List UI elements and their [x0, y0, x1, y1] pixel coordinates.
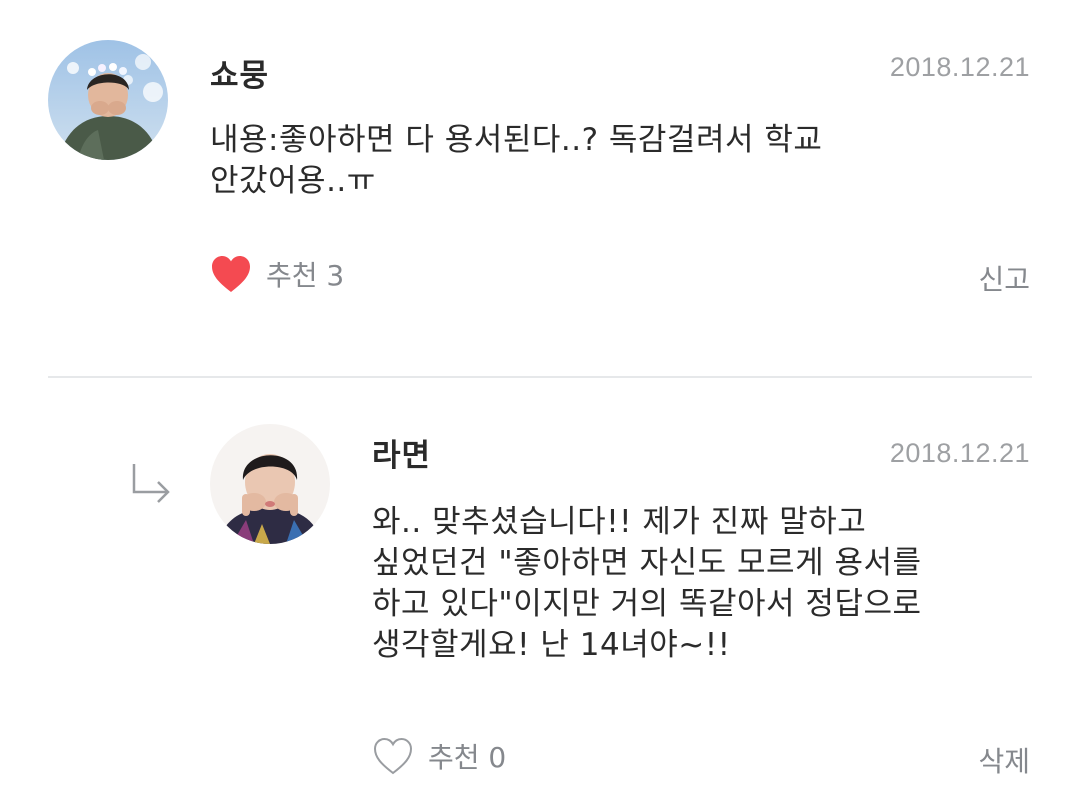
like-button[interactable]: 추천 3 — [210, 254, 344, 294]
comment-body: 와.. 맞추셨습니다!! 제가 진짜 말하고 싶었던건 "좋아하면 자신도 모르… — [372, 502, 922, 666]
comment-date: 2018.12.21 — [889, 52, 1030, 82]
author-name[interactable]: 라면 — [372, 430, 431, 475]
comment-body-line: 하고 있다"이지만 거의 똑같아서 정답으로 — [372, 586, 922, 622]
comment-body: 내용:좋아하면 다 용서된다..? 독감걸려서 학교 안갔어용..ㅠ — [210, 120, 822, 202]
comment-body-line: 와.. 맞추셨습니다!! 제가 진짜 말하고 — [372, 504, 867, 540]
like-count: 추천 3 — [266, 259, 345, 292]
avatar[interactable] — [210, 424, 330, 544]
author-name[interactable]: 쇼뭉 — [210, 50, 269, 95]
comment-date: 2018.12.21 — [889, 438, 1030, 468]
comment-body-line: 안갔어용..ㅠ — [210, 163, 376, 199]
like-count: 추천 0 — [428, 741, 507, 774]
comment-body-line: 생각할게요! 난 14녀야~!! — [372, 627, 731, 663]
comment-body-line: 내용:좋아하면 다 용서된다..? 독감걸려서 학교 — [210, 122, 823, 158]
comment-body-line: 싶었던건 "좋아하면 자신도 모르게 용서를 — [372, 545, 922, 581]
reply-arrow-icon — [132, 464, 170, 503]
avatar[interactable] — [48, 40, 168, 160]
heart-filled-icon — [212, 256, 250, 292]
delete-button[interactable]: 삭제 — [978, 740, 1030, 780]
comment-item: 쇼뭉 2018.12.21 내용:좋아하면 다 용서된다..? 독감걸려서 학교… — [0, 0, 1080, 376]
report-button[interactable]: 신고 — [978, 258, 1030, 298]
reply-item: 라면 2018.12.21 와.. 맞추셨습니다!! 제가 진짜 말하고 싶었던… — [0, 378, 1080, 810]
heart-outline-icon — [373, 737, 413, 775]
like-button[interactable]: 추천 0 — [372, 736, 506, 776]
